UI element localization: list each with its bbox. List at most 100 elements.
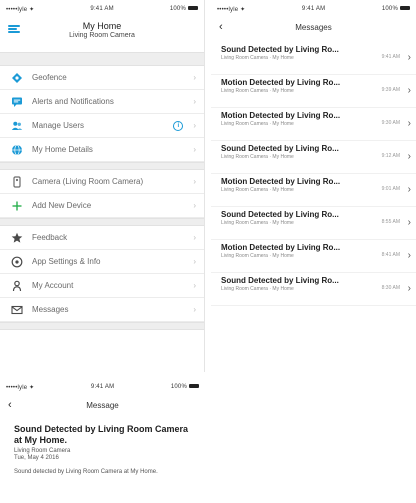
status-bar: •••••lyle ✦ 9:41 AM 100% — [211, 0, 416, 18]
message-title: Sound Detected by Living Ro... — [221, 144, 339, 153]
message-list-item[interactable]: Sound Detected by Living Ro... Living Roo… — [211, 273, 416, 306]
message-time: 8:41 AM — [381, 252, 400, 258]
status-bar: •••••lyle ✦ 9:41 AM 100% — [0, 378, 205, 396]
info-badge-icon[interactable]: i — [173, 120, 184, 131]
chevron-right-icon: › — [193, 145, 196, 154]
menu-item-add-new-device[interactable]: Add New Device › — [0, 194, 204, 218]
menu-item-my-account[interactable]: My Account › — [0, 274, 204, 298]
message-source: Living Room Camera · My Home — [221, 187, 294, 193]
back-chevron-icon[interactable]: ‹ — [8, 399, 12, 411]
message-list-item[interactable]: Sound Detected by Living Ro... Living Roo… — [211, 207, 416, 240]
back-chevron-icon[interactable]: ‹ — [219, 21, 223, 33]
message-text: Sound detected by Living Room Camera at … — [14, 469, 158, 475]
star-icon — [10, 231, 24, 245]
chevron-right-icon: › — [407, 217, 411, 228]
chat-icon — [10, 95, 24, 109]
message-source: Living Room Camera · My Home — [221, 55, 294, 61]
chevron-right-icon: › — [407, 85, 411, 96]
chevron-right-icon: › — [407, 118, 411, 129]
menu-toggle-icon[interactable] — [8, 25, 20, 33]
clock-label: 9:41 AM — [90, 384, 115, 390]
message-list-item[interactable]: Motion Detected by Living Ro... Living Ro… — [211, 240, 416, 273]
section-divider — [0, 162, 204, 170]
message-title: Motion Detected by Living Ro... — [221, 177, 341, 186]
menu-item-label: Feedback — [32, 233, 68, 242]
menu-group: Feedback › App Settings & Info › My Account ›… — [0, 226, 204, 322]
nav-header: ‹ Messages — [211, 18, 416, 36]
message-title: Sound Detected by Living Ro... — [221, 45, 339, 54]
menu-header: My Home Living Room Camera — [0, 18, 204, 52]
clock-label: 9:41 AM — [90, 6, 114, 12]
message-list: Sound Detected by Living Ro... Living Roo… — [211, 36, 416, 306]
menu-item-label: My Account — [32, 281, 74, 290]
chevron-right-icon: › — [193, 97, 196, 106]
chevron-right-icon: › — [407, 151, 411, 162]
menu-group: Geofence › Alerts and Notifications › Manage… — [0, 66, 204, 162]
message-list-item[interactable]: Sound Detected by Living Ro... Living Roo… — [211, 42, 416, 75]
menu-item-feedback[interactable]: Feedback › — [0, 226, 204, 250]
menu-list: Geofence › Alerts and Notifications › Manage… — [0, 52, 204, 330]
menu-item-label: My Home Details — [32, 145, 93, 154]
message-time: 9:01 AM — [381, 186, 400, 192]
page-title: My Home — [82, 21, 122, 31]
carrier-label: •••••lyle ✦ — [6, 384, 35, 391]
chevron-right-icon: › — [193, 201, 196, 210]
battery-icon — [188, 384, 199, 389]
message-detail-screen: •••••lyle ✦ 9:41 AM 100% ‹ Message Sound… — [0, 378, 205, 503]
section-divider — [0, 52, 204, 66]
battery-indicator: 100% — [170, 6, 198, 12]
message-source: Living Room Camera · My Home — [221, 88, 294, 94]
info-circle-icon — [10, 255, 24, 269]
menu-item-label: Add New Device — [32, 201, 92, 210]
menu-item-label: Manage Users — [32, 121, 85, 130]
carrier-label: •••••lyle ✦ — [217, 6, 246, 13]
battery-icon — [399, 6, 410, 11]
message-title: Sound Detected by Living Ro... — [221, 210, 339, 219]
message-list-item[interactable]: Motion Detected by Living Ro... Living Ro… — [211, 75, 416, 108]
menu-item-alerts-and-notifications[interactable]: Alerts and Notifications › — [0, 90, 204, 114]
messages-screen: •••••lyle ✦ 9:41 AM 100% ‹ Messages Soun… — [211, 0, 416, 372]
nav-header: ‹ Message — [0, 396, 205, 414]
users-icon — [10, 119, 24, 133]
menu-item-app-settings-info[interactable]: App Settings & Info › — [0, 250, 204, 274]
chevron-right-icon: › — [407, 52, 411, 63]
message-source: Living Room Camera · My Home — [221, 253, 294, 259]
menu-item-camera-living-room-camera[interactable]: Camera (Living Room Camera) › — [0, 170, 204, 194]
chevron-right-icon: › — [193, 281, 196, 290]
message-source: Living Room Camera · My Home — [221, 286, 294, 292]
battery-indicator: 100% — [382, 6, 410, 12]
battery-label: 100% — [170, 384, 187, 390]
plus-icon — [10, 199, 24, 213]
chevron-right-icon: › — [193, 177, 196, 186]
message-time: 9:39 AM — [381, 87, 400, 93]
message-device: Living Room Camera — [14, 448, 71, 454]
message-list-item[interactable]: Motion Detected by Living Ro... Living Ro… — [211, 174, 416, 207]
message-title: Motion Detected by Living Ro... — [221, 111, 341, 120]
menu-item-messages[interactable]: Messages › — [0, 298, 204, 322]
chevron-right-icon: › — [193, 121, 196, 130]
menu-item-manage-users[interactable]: Manage Users i › — [0, 114, 204, 138]
globe-icon — [10, 143, 24, 157]
menu-item-label: App Settings & Info — [32, 257, 101, 266]
menu-item-geofence[interactable]: Geofence › — [0, 66, 204, 90]
person-icon — [10, 279, 24, 293]
message-title: Motion Detected by Living Ro... — [221, 78, 341, 87]
battery-label: 100% — [169, 6, 186, 12]
message-list-item[interactable]: Sound Detected by Living Ro... Living Roo… — [211, 141, 416, 174]
battery-indicator: 100% — [171, 384, 199, 390]
message-source: Living Room Camera · My Home — [221, 220, 294, 226]
message-time: 9:30 AM — [381, 120, 400, 126]
chevron-right-icon: › — [193, 305, 196, 314]
menu-screen: •••••lyle ✦ 9:41 AM 100% My Home Living … — [0, 0, 205, 372]
chevron-right-icon: › — [193, 233, 196, 242]
message-list-item[interactable]: Motion Detected by Living Ro... Living Ro… — [211, 108, 416, 141]
message-title: Motion Detected by Living Ro... — [221, 243, 341, 252]
message-source: Living Room Camera · My Home — [221, 121, 294, 127]
message-title: Sound Detected by Living Ro... — [221, 276, 339, 285]
envelope-icon — [10, 303, 24, 317]
page-title: Messages — [295, 22, 332, 32]
message-time: 8:55 AM — [381, 219, 400, 225]
menu-item-label: Camera (Living Room Camera) — [32, 177, 144, 186]
menu-item-my-home-details[interactable]: My Home Details › — [0, 138, 204, 162]
message-source: Living Room Camera · My Home — [221, 154, 294, 160]
